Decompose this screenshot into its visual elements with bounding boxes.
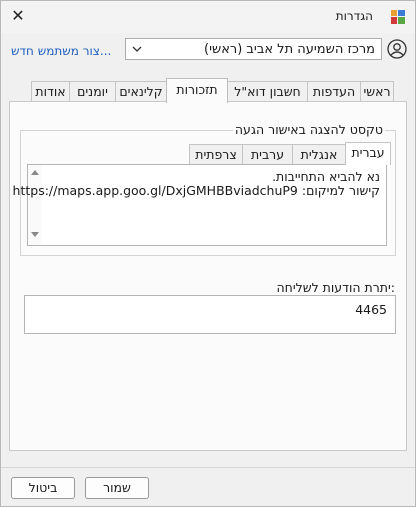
tab-main[interactable]: ראשי: [360, 81, 394, 102]
tab-arabic[interactable]: ערבית: [242, 144, 293, 164]
textarea-scrollbar[interactable]: [28, 165, 42, 245]
tab-reminders[interactable]: תזכורות: [166, 78, 228, 103]
close-icon[interactable]: ✕: [9, 7, 27, 25]
tab-clinicians[interactable]: קלינאים: [115, 81, 167, 102]
reminder-message-textarea[interactable]: נא להביא התחייבות. קישור למיקום: https:/…: [13, 164, 387, 246]
user-avatar-icon[interactable]: [387, 39, 407, 59]
tab-preferences[interactable]: העדפות: [307, 81, 361, 102]
window-title: הגדרות: [335, 9, 373, 23]
group-title: טקסט להצגה באישור הגעה: [232, 122, 385, 137]
tab-about[interactable]: אודות: [31, 81, 70, 102]
reminders-panel: טקסט להצגה באישור הגעה עברית אנגלית ערבי…: [9, 101, 407, 451]
chevron-down-icon: [132, 46, 142, 52]
footer-divider: [1, 467, 415, 468]
title-bar: ✕ הגדרות: [1, 1, 415, 33]
tab-english[interactable]: אנגלית: [292, 144, 346, 164]
arrival-confirmation-group: טקסט להצגה באישור הגעה עברית אנגלית ערבי…: [13, 122, 396, 256]
settings-tabs: ראשי העדפות חשבון דוא"ל תזכורות קלינאים …: [31, 78, 394, 103]
message-line-1: נא להביא התחייבות.: [272, 169, 380, 184]
cancel-button[interactable]: ביטול: [11, 477, 75, 499]
remaining-messages-value: 4465: [355, 302, 387, 317]
user-dropdown[interactable]: מרכז השמיעה תל אביב (ראשי): [125, 38, 382, 60]
scroll-down-icon[interactable]: [31, 232, 39, 237]
language-tabs: עברית אנגלית ערבית צרפתית: [189, 142, 391, 165]
settings-window: ✕ הגדרות מרכז השמיעה תל אביב (ראשי) צור …: [0, 0, 416, 507]
message-line-2: קישור למיקום: https://maps.app.goo.gl/Dx…: [12, 183, 380, 198]
selected-user: מרכז השמיעה תל אביב (ראשי): [204, 42, 375, 57]
tab-email-account[interactable]: חשבון דוא"ל: [227, 81, 308, 102]
remaining-messages-field[interactable]: 4465: [24, 295, 396, 334]
settings-app-icon: [391, 10, 405, 24]
remaining-messages-label: יתרת הודעות לשליחה:: [276, 280, 395, 295]
tab-french[interactable]: צרפתית: [189, 144, 243, 164]
save-button[interactable]: שמור: [85, 477, 149, 499]
tab-hebrew[interactable]: עברית: [345, 142, 391, 165]
tab-calendars[interactable]: יומנים: [69, 81, 116, 102]
create-new-user-link[interactable]: צור משתמש חדש...: [11, 44, 111, 58]
scroll-up-icon[interactable]: [31, 170, 39, 175]
